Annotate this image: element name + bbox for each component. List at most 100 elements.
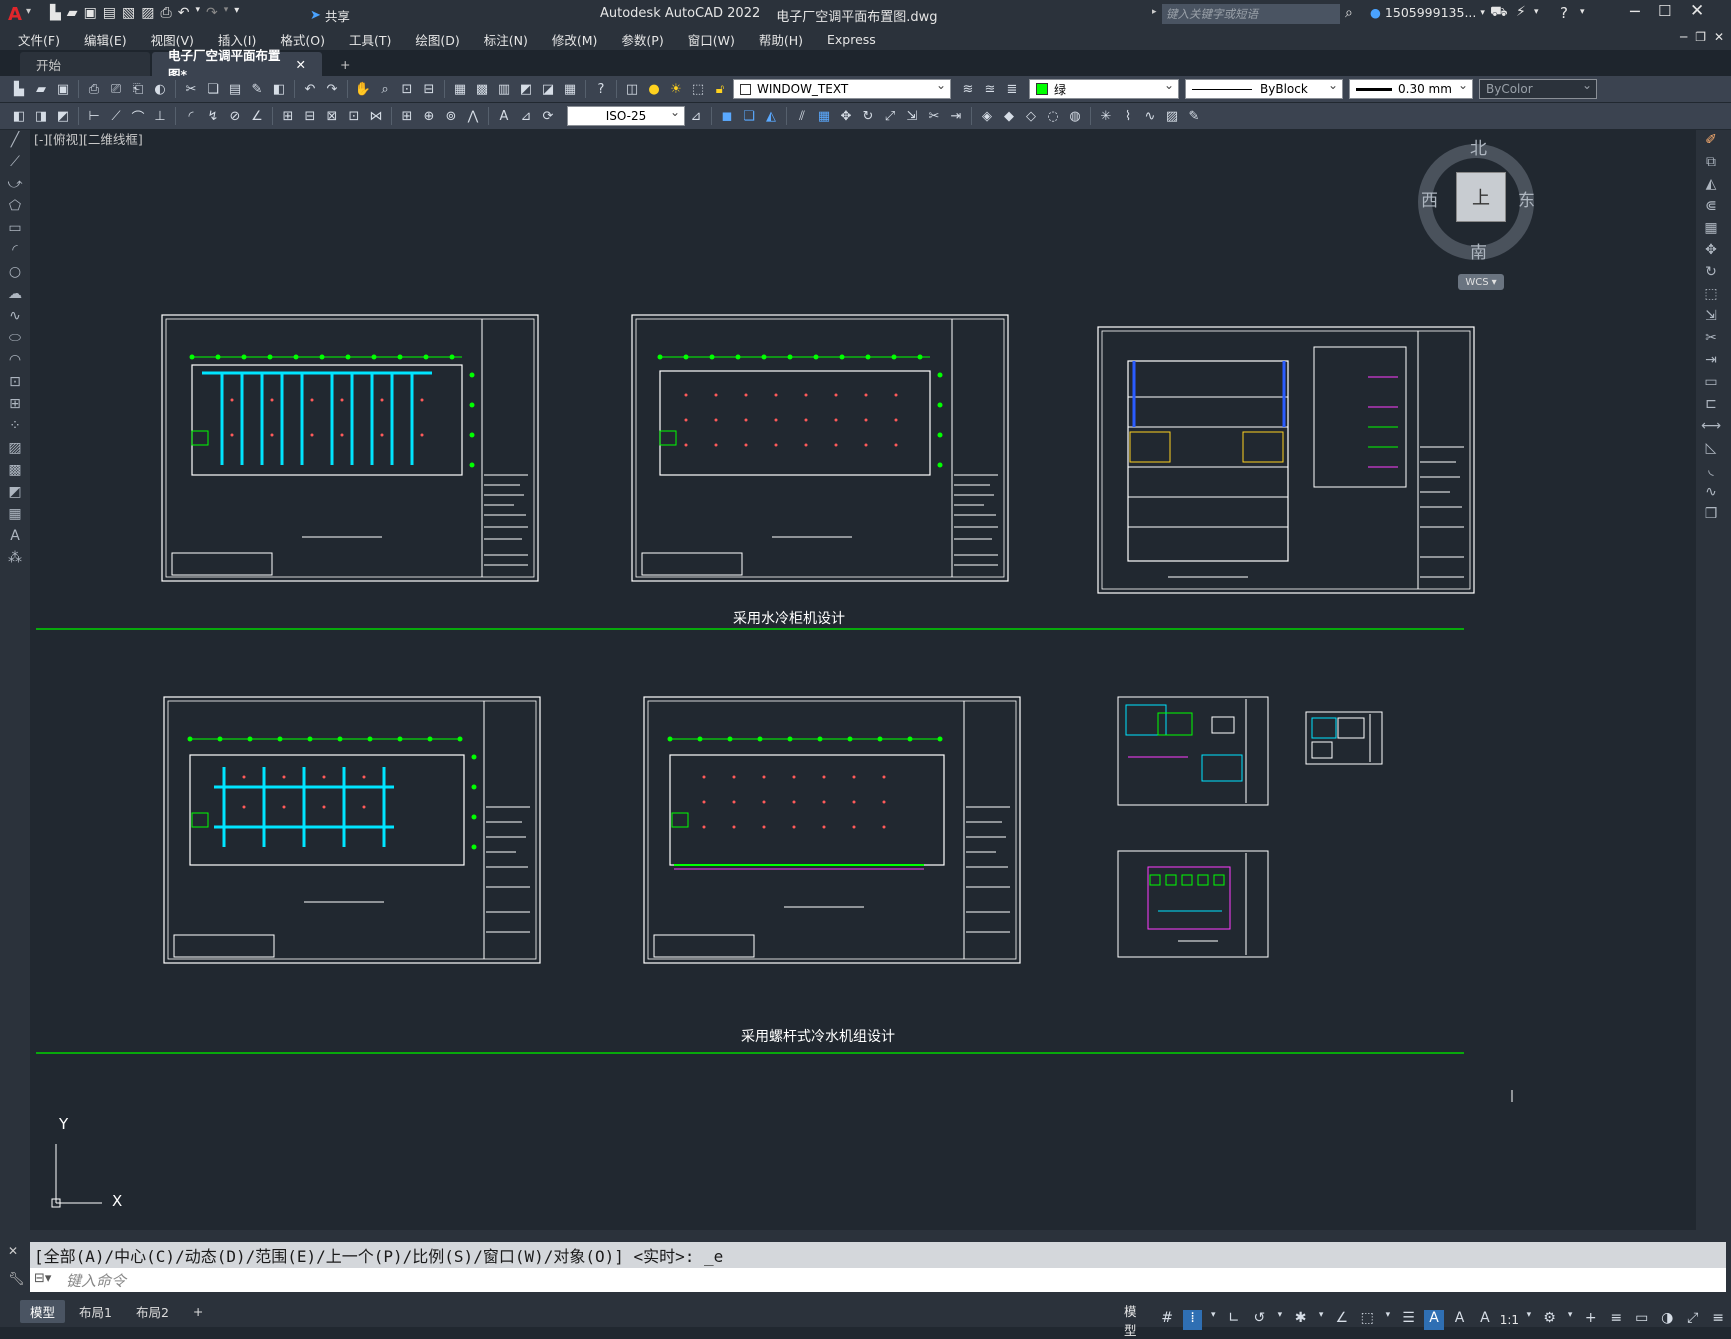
help-toolbar-icon[interactable]: ? <box>592 80 610 98</box>
zoom-previous-icon[interactable]: ⊟ <box>420 80 438 98</box>
polar-dropdown-icon[interactable]: ▾ <box>1275 1310 1285 1330</box>
publish-icon[interactable]: ⎗ <box>129 80 147 98</box>
workspace-settings-icon[interactable]: ⚙ <box>1540 1310 1559 1330</box>
plot-icon[interactable]: ⎙ <box>85 80 103 98</box>
command-input[interactable]: ⊟▾ 键入命令 <box>30 1268 1726 1292</box>
layer-previous-icon[interactable]: ≊ <box>981 80 999 98</box>
dimstyle-dropdown[interactable]: ISO-25 <box>567 105 685 126</box>
layout-tab-layout1[interactable]: 布局1 <box>69 1300 122 1323</box>
qnew-icon[interactable]: ▙ <box>10 80 28 98</box>
make-current-layer-icon[interactable]: ≋ <box>959 80 977 98</box>
mirror-icon[interactable]: ◭ <box>762 107 780 125</box>
block-editor-icon[interactable]: ◧ <box>270 80 288 98</box>
lineweight-dropdown[interactable]: 0.30 mm <box>1349 78 1473 99</box>
add-layout-button[interactable]: + <box>183 1302 213 1321</box>
sheet-8[interactable] <box>1117 850 1269 958</box>
user-name[interactable]: 1505999135... <box>1385 5 1476 20</box>
center-mark-icon[interactable]: ⊕ <box>420 107 438 125</box>
preview-icon[interactable]: ⎚ <box>107 80 125 98</box>
tolerance-icon[interactable]: ⊞ <box>398 107 416 125</box>
color-dropdown[interactable]: 绿 <box>1029 78 1179 99</box>
zoom-realtime-icon[interactable]: ⌕ <box>376 80 394 98</box>
layer-tool2-icon[interactable]: ◩ <box>54 107 72 125</box>
menu-window[interactable]: 窗口(W) <box>676 30 747 49</box>
continue-dim-icon[interactable]: ⊠ <box>323 107 341 125</box>
open-file-icon[interactable]: ▰ <box>67 5 78 21</box>
units-icon[interactable]: ≡ <box>1606 1310 1625 1330</box>
new-tab-button[interactable]: + <box>324 52 366 76</box>
annotation-scale-value[interactable]: 1:1 <box>1500 1313 1519 1327</box>
jogged-linear-icon[interactable]: ⋀ <box>464 107 482 125</box>
quick-properties-icon[interactable]: ▭ <box>1632 1310 1651 1330</box>
radius-dim-icon[interactable]: ◜ <box>182 107 200 125</box>
undo-toolbar-icon[interactable]: ↶ <box>301 80 319 98</box>
doc-close-icon[interactable]: ✕ <box>1714 30 1724 44</box>
layer-lock-icon[interactable]: 🔓︎ <box>711 80 729 98</box>
annotation-monitor-icon[interactable]: + <box>1581 1310 1600 1330</box>
dim-text-edit-icon[interactable]: ⊿ <box>517 107 535 125</box>
join-icon[interactable]: ◆ <box>1000 107 1018 125</box>
offset-icon[interactable]: ⫽ <box>793 107 811 125</box>
linetype-dropdown[interactable]: ByBlock <box>1185 78 1343 99</box>
viewcube-east[interactable]: 东 <box>1518 186 1535 211</box>
redo-dropdown-icon[interactable]: ▾ <box>224 5 229 21</box>
redo-toolbar-icon[interactable]: ↷ <box>323 80 341 98</box>
chamfer-icon[interactable]: ◇ <box>1022 107 1040 125</box>
aligned-dim-icon[interactable]: ⟋ <box>107 107 125 125</box>
menu-parametric[interactable]: 参数(P) <box>609 30 675 49</box>
annotation-scale-icon[interactable]: A <box>1475 1310 1494 1330</box>
break-icon[interactable]: ◈ <box>978 107 996 125</box>
insert-block-icon[interactable]: ⊡ <box>4 374 26 394</box>
quick-dim-icon[interactable]: ⊞ <box>279 107 297 125</box>
new-file-icon[interactable]: ▙ <box>50 5 61 21</box>
angular-dim-icon[interactable]: ∠ <box>248 107 266 125</box>
ordinate-dim-icon[interactable]: ⊥ <box>151 107 169 125</box>
cart-icon[interactable]: ⛟ <box>1490 4 1508 22</box>
trim-side-icon[interactable]: ✂ <box>1700 330 1722 350</box>
isolate-objects-icon[interactable]: ◑ <box>1657 1310 1676 1330</box>
inspection-icon[interactable]: ⊚ <box>442 107 460 125</box>
sheet-1[interactable] <box>161 314 539 582</box>
array-side-icon[interactable]: ▦ <box>1700 220 1722 240</box>
undo-dropdown-icon[interactable]: ▾ <box>195 5 200 21</box>
rotate-icon[interactable]: ↻ <box>859 107 877 125</box>
layer-state-icon[interactable]: ≣ <box>1003 80 1021 98</box>
mtext-icon[interactable]: A <box>4 528 26 548</box>
linear-dim-icon[interactable]: ⊢ <box>85 107 103 125</box>
copy-side-icon[interactable]: ⧉ <box>1700 154 1722 174</box>
point-icon[interactable]: ⁘ <box>4 418 26 438</box>
menu-tools[interactable]: 工具(T) <box>337 30 403 49</box>
viewcube-west[interactable]: 西 <box>1421 186 1438 211</box>
plotstyle-dropdown[interactable]: ByColor <box>1479 78 1597 99</box>
sheet-2[interactable] <box>631 314 1009 582</box>
pan-icon[interactable]: ✋ <box>354 80 372 98</box>
arc-icon[interactable]: ◜ <box>4 242 26 262</box>
snap-icon[interactable]: ⁞ <box>1182 1310 1203 1330</box>
grid-icon[interactable]: # <box>1157 1310 1176 1330</box>
menu-draw[interactable]: 绘图(D) <box>403 30 471 49</box>
break-point-side-icon[interactable]: ▭ <box>1700 374 1722 394</box>
menu-edit[interactable]: 编辑(E) <box>72 30 139 49</box>
auto-scale-icon[interactable]: A <box>1450 1310 1469 1330</box>
polyline-icon[interactable]: ⤻ <box>4 176 26 196</box>
extend-side-icon[interactable]: ⇥ <box>1700 352 1722 372</box>
sheet-3[interactable] <box>1097 326 1475 594</box>
make-block-icon[interactable]: ⊞ <box>4 396 26 416</box>
print-icon[interactable]: ⎙ <box>161 5 172 21</box>
help-icon[interactable]: ? <box>1560 4 1568 22</box>
menu-modify[interactable]: 修改(M) <box>540 30 610 49</box>
blend-side-icon[interactable]: ∿ <box>1700 484 1722 504</box>
osnap-icon[interactable]: ⬚ <box>1358 1310 1377 1330</box>
scale-dropdown-icon[interactable]: ▾ <box>1524 1310 1534 1330</box>
lineweight-display-icon[interactable]: ☰ <box>1399 1310 1418 1330</box>
layer-on-icon[interactable]: ● <box>645 80 663 98</box>
viewcube-north[interactable]: 北 <box>1470 134 1487 159</box>
quick-access-customize-icon[interactable]: ▾ <box>234 5 239 21</box>
sheet-5[interactable] <box>643 696 1021 964</box>
jogged-dim-icon[interactable]: ↯ <box>204 107 222 125</box>
share-button[interactable]: 共享 <box>325 6 350 25</box>
status-customize-icon[interactable]: ≡ <box>1708 1310 1727 1330</box>
markup-icon[interactable]: ◪ <box>539 80 557 98</box>
tool-palettes-icon[interactable]: ▥ <box>495 80 513 98</box>
gradient-icon[interactable]: ▩ <box>4 462 26 482</box>
